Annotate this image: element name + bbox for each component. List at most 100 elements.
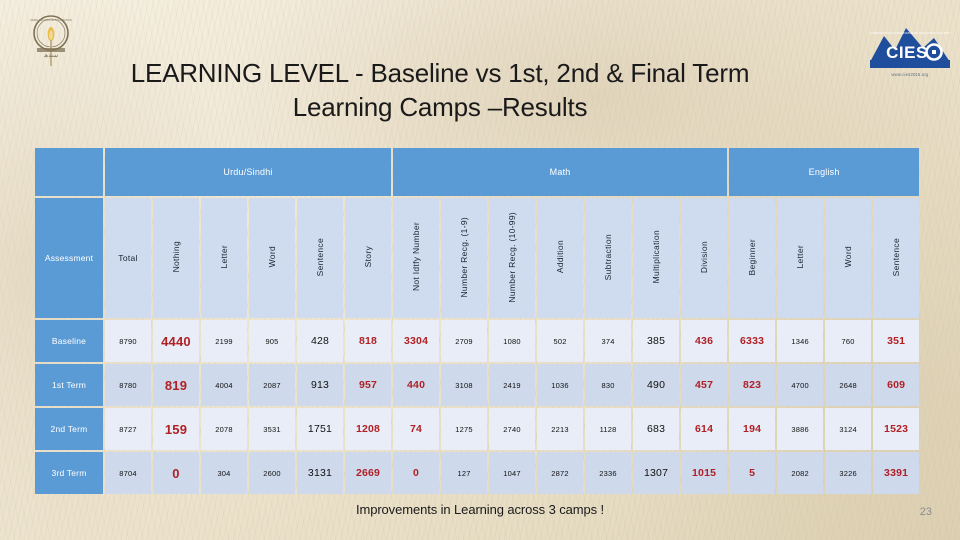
column-header-assessment: Assessment bbox=[35, 198, 103, 318]
cell-baseline-number-recg-1-9: 2709 bbox=[441, 320, 488, 362]
cell-2nd-term-multiplication: 683 bbox=[633, 408, 680, 450]
cell-1st-term-addition: 1036 bbox=[537, 364, 584, 406]
group-header-english: English bbox=[729, 148, 920, 196]
cell-3rd-term-division: 1015 bbox=[681, 452, 728, 494]
column-header-letter: Letter bbox=[777, 198, 824, 318]
results-table-container: Urdu/Sindhi Math English Assessment Total No… bbox=[33, 146, 920, 496]
cell-1st-term-division: 457 bbox=[681, 364, 728, 406]
cell-baseline-total: 8790 bbox=[105, 320, 151, 362]
cell-baseline-letter: 2199 bbox=[201, 320, 247, 362]
row-label-1st-term: 1st Term bbox=[35, 364, 103, 406]
column-header-label: Beginner bbox=[747, 238, 758, 276]
cell-2nd-term-number-recg-10-99: 2740 bbox=[489, 408, 536, 450]
cell-baseline-division: 436 bbox=[681, 320, 728, 362]
cell-2nd-term-story: 1208 bbox=[345, 408, 392, 450]
cell-1st-term-sentence: 913 bbox=[297, 364, 343, 406]
cell-3rd-term-number-recg-1-9: 127 bbox=[441, 452, 488, 494]
column-header-beginner: Beginner bbox=[729, 198, 776, 318]
cell-1st-term-sentence: 609 bbox=[873, 364, 920, 406]
cell-1st-term-number-recg-1-9: 3108 bbox=[441, 364, 488, 406]
column-header-label: Division bbox=[699, 240, 710, 274]
column-header-multiplication: Multiplication bbox=[633, 198, 680, 318]
cell-1st-term-word: 2087 bbox=[249, 364, 295, 406]
cell-3rd-term-letter: 304 bbox=[201, 452, 247, 494]
svg-text:سندھ: سندھ bbox=[44, 53, 58, 59]
cell-3rd-term-sentence: 3391 bbox=[873, 452, 920, 494]
column-header-subtraction: Subtraction bbox=[585, 198, 632, 318]
cell-baseline-beginner: 6333 bbox=[729, 320, 776, 362]
group-header-math: Math bbox=[393, 148, 728, 196]
cell-2nd-term-nothing: 159 bbox=[153, 408, 199, 450]
cell-2nd-term-word: 3531 bbox=[249, 408, 295, 450]
column-header-word: Word bbox=[825, 198, 872, 318]
cell-2nd-term-division: 614 bbox=[681, 408, 728, 450]
cell-baseline-nothing: 4440 bbox=[153, 320, 199, 362]
column-header-label: Nothing bbox=[171, 241, 181, 273]
row-label-baseline: Baseline bbox=[35, 320, 103, 362]
column-header-sentence: Sentence bbox=[297, 198, 343, 318]
learning-level-results-table: Urdu/Sindhi Math English Assessment Total No… bbox=[33, 146, 921, 496]
column-header-label: Word bbox=[267, 246, 277, 268]
table-row: 3rd Term 8704 0 304 2600 3131 2669 0 127 1047 2872… bbox=[35, 452, 920, 494]
column-header-nothing: Nothing bbox=[153, 198, 199, 318]
table-row: 2nd Term 8727 159 2078 3531 1751 1208 74 1275 274… bbox=[35, 408, 920, 450]
cell-1st-term-multiplication: 490 bbox=[633, 364, 680, 406]
column-header-label: Story bbox=[363, 246, 374, 268]
column-header-not-idtfy-number: Not Idtfy Number bbox=[393, 198, 440, 318]
column-header-label: Sentence bbox=[891, 237, 902, 277]
row-label-3rd-term: 3rd Term bbox=[35, 452, 103, 494]
cell-2nd-term-not-idtfy-number: 74 bbox=[393, 408, 440, 450]
column-header-sentence: Sentence bbox=[873, 198, 920, 318]
column-header-label: Subtraction bbox=[603, 233, 614, 281]
page-title-line2: Learning Camps –Results bbox=[292, 92, 588, 123]
cell-2nd-term-beginner: 194 bbox=[729, 408, 776, 450]
column-header-addition: Addition bbox=[537, 198, 584, 318]
cell-1st-term-not-idtfy-number: 440 bbox=[393, 364, 440, 406]
svg-text:CIES: CIES bbox=[886, 43, 928, 62]
cell-baseline-addition: 502 bbox=[537, 320, 584, 362]
cell-3rd-term-not-idtfy-number: 0 bbox=[393, 452, 440, 494]
table-body: Baseline 8790 4440 2199 905 428 818 3304 2709 108… bbox=[35, 320, 920, 494]
cell-1st-term-nothing: 819 bbox=[153, 364, 199, 406]
subject-group-header-row: Urdu/Sindhi Math English bbox=[35, 148, 920, 196]
cell-baseline-word: 760 bbox=[825, 320, 872, 362]
cell-1st-term-total: 8780 bbox=[105, 364, 151, 406]
cieso-logo: COMPARATIVE & INTERNATIONAL EDUCATION SO… bbox=[868, 22, 952, 77]
cell-3rd-term-total: 8704 bbox=[105, 452, 151, 494]
cell-3rd-term-letter: 2082 bbox=[777, 452, 824, 494]
column-header-label: Word bbox=[843, 246, 854, 268]
cell-baseline-subtraction: 374 bbox=[585, 320, 632, 362]
cell-baseline-not-idtfy-number: 3304 bbox=[393, 320, 440, 362]
cieso-logo-url: www.cies2015.org bbox=[891, 72, 929, 77]
row-label-2nd-term: 2nd Term bbox=[35, 408, 103, 450]
column-header-label: Not Idtfy Number bbox=[411, 222, 422, 292]
column-header-label: Addition bbox=[555, 240, 566, 274]
column-header-letter: Letter bbox=[201, 198, 247, 318]
column-header-division: Division bbox=[681, 198, 728, 318]
footer-note: Improvements in Learning across 3 camps … bbox=[355, 502, 605, 517]
column-header-label: Number Recg. (1-9) bbox=[459, 216, 470, 298]
table-row: 1st Term 8780 819 4004 2087 913 957 440 3108 2419… bbox=[35, 364, 920, 406]
cell-2nd-term-total: 8727 bbox=[105, 408, 151, 450]
cell-baseline-letter: 1346 bbox=[777, 320, 824, 362]
cell-3rd-term-beginner: 5 bbox=[729, 452, 776, 494]
column-header-label: Letter bbox=[795, 245, 806, 269]
group-header-blank bbox=[35, 148, 103, 196]
cell-3rd-term-story: 2669 bbox=[345, 452, 392, 494]
cell-2nd-term-subtraction: 1128 bbox=[585, 408, 632, 450]
column-header-word: Word bbox=[249, 198, 295, 318]
cell-2nd-term-sentence: 1523 bbox=[873, 408, 920, 450]
table-head: Urdu/Sindhi Math English Assessment Total No… bbox=[35, 148, 920, 318]
cell-1st-term-letter: 4700 bbox=[777, 364, 824, 406]
cell-3rd-term-word: 2600 bbox=[249, 452, 295, 494]
column-header-row: Assessment Total Nothing Letter Word Sentence… bbox=[35, 198, 920, 318]
table-row: Baseline 8790 4440 2199 905 428 818 3304 2709 108… bbox=[35, 320, 920, 362]
cell-3rd-term-subtraction: 2336 bbox=[585, 452, 632, 494]
column-header-label: Multiplication bbox=[651, 230, 662, 284]
cell-1st-term-number-recg-10-99: 2419 bbox=[489, 364, 536, 406]
page-number: 23 bbox=[919, 506, 932, 518]
cell-1st-term-word: 2648 bbox=[825, 364, 872, 406]
cell-baseline-multiplication: 385 bbox=[633, 320, 680, 362]
cell-3rd-term-nothing: 0 bbox=[153, 452, 199, 494]
group-header-urdu-sindhi: Urdu/Sindhi bbox=[105, 148, 392, 196]
